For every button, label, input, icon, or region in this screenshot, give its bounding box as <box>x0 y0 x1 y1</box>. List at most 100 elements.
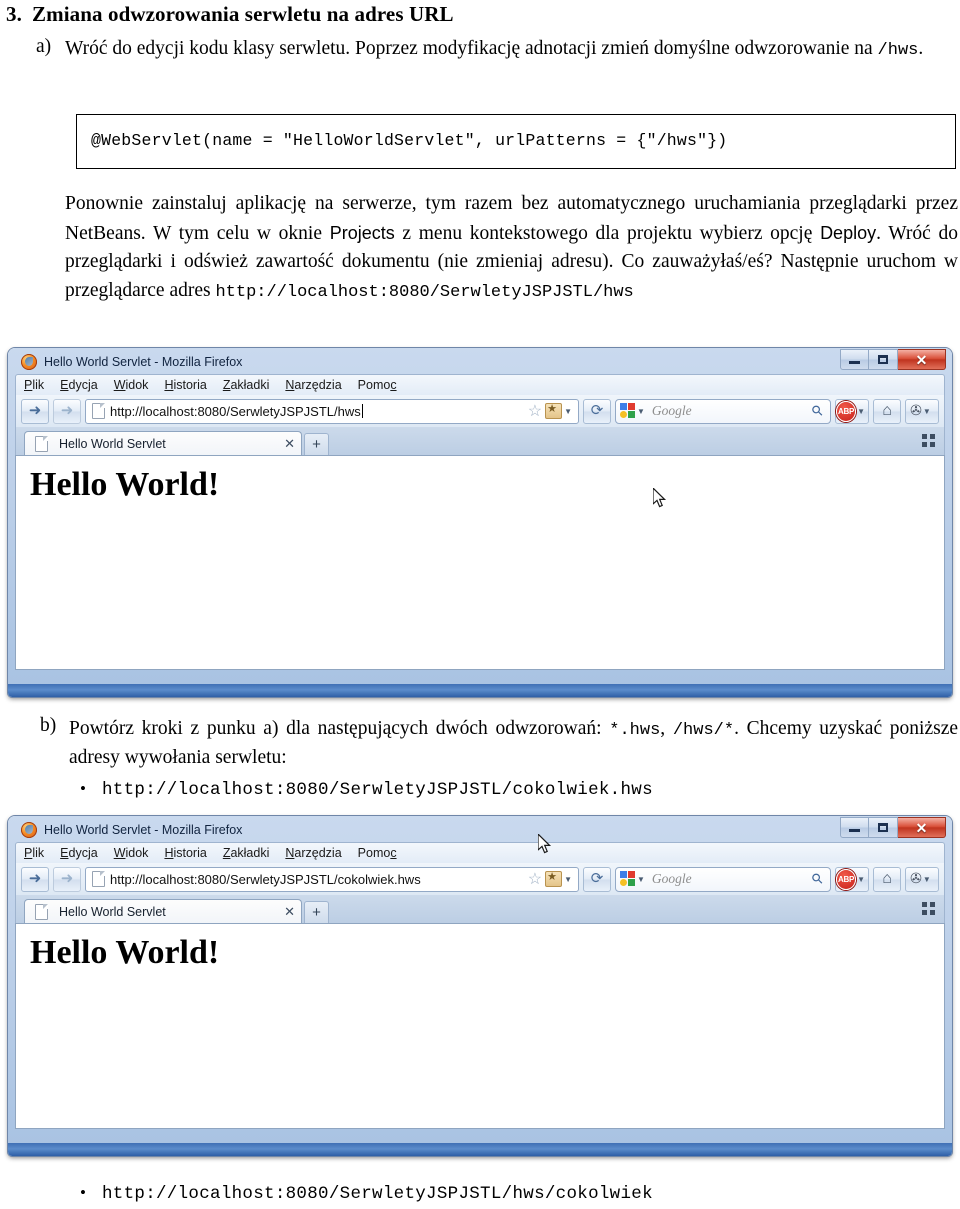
menu-widok-2[interactable]: Widok <box>114 846 149 860</box>
restore-button-2[interactable] <box>869 817 898 838</box>
menu-zakladki-2[interactable]: Zakładki <box>223 846 270 860</box>
back-arrow-icon: ➜ <box>28 402 42 419</box>
chevron-down-icon-2[interactable]: ▼ <box>564 875 572 884</box>
heading-text: Zmiana odwzorowania serwletu na adres UR… <box>32 2 454 26</box>
menu-widok-1[interactable]: Widok <box>114 378 149 392</box>
search-placeholder-1: Google <box>651 403 692 418</box>
bullet-url-1: http://localhost:8080/SerwletyJSPJSTL/co… <box>102 780 653 800</box>
bookmark-star-icon-2[interactable]: ☆ <box>528 869 542 889</box>
emphasis-deploy: Deploy <box>820 222 877 243</box>
tools-chevron-2[interactable]: ▼ <box>923 875 931 884</box>
item-a-inline-code: /hws <box>877 41 919 60</box>
adblock-chevron-1[interactable]: ▼ <box>857 407 865 416</box>
tools-button-2[interactable]: ✇ ▼ <box>905 866 939 892</box>
page-title: 3. Zmiana odwzorowania serwletu na adres … <box>6 2 454 27</box>
back-button-2[interactable]: ➜ <box>21 866 49 892</box>
home-button-2[interactable]: ⌂ <box>873 866 901 892</box>
title-bar-2[interactable]: Hello World Servlet - Mozilla Firefox ✕ <box>14 817 946 842</box>
search-box-1[interactable]: ▼ Google ⚲ <box>615 398 831 424</box>
list-item-a-body: Wróć do edycji kodu klasy serwletu. Popr… <box>65 36 958 64</box>
url-value-1: http://localhost:8080/SerwletyJSPJSTL/hw… <box>110 403 361 419</box>
minimize-button-1[interactable] <box>840 349 869 370</box>
menu-edycja-1[interactable]: Edycja <box>60 378 98 392</box>
tab-hello-world-servlet-1[interactable]: Hello World Servlet ✕ <box>24 431 302 455</box>
list-item-a-label: a) <box>36 36 52 57</box>
url-bar-1[interactable]: http://localhost:8080/SerwletyJSPJSTL/hw… <box>85 398 579 424</box>
minimize-button-2[interactable] <box>840 817 869 838</box>
chevron-down-icon-1[interactable]: ▼ <box>564 407 572 416</box>
reload-icon-2: ⟳ <box>590 870 604 887</box>
mouse-cursor-1 <box>653 488 667 509</box>
tools-button-1[interactable]: ✇ ▼ <box>905 398 939 424</box>
firefox-window-2[interactable]: Hello World Servlet - Mozilla Firefox ✕ … <box>8 816 952 1156</box>
bookmark-star-icon-1[interactable]: ☆ <box>528 401 542 421</box>
tools-chevron-1[interactable]: ▼ <box>923 407 931 416</box>
title-bar-1[interactable]: Hello World Servlet - Mozilla Firefox ✕ <box>14 349 946 374</box>
emphasis-projects: Projects <box>329 222 395 243</box>
firefox-logo-icon <box>21 353 37 370</box>
restore-icon <box>878 355 888 364</box>
tab-bar-2[interactable]: Hello World Servlet ✕ + <box>15 895 945 923</box>
page-content-1: Hello World! <box>15 455 945 670</box>
search-engine-chevron-1[interactable]: ▼ <box>637 407 645 416</box>
restore-button-1[interactable] <box>869 349 898 370</box>
new-tab-button-2[interactable]: + <box>304 901 329 923</box>
item-b-text-3: . <box>734 718 739 739</box>
minimize-icon-2 <box>849 829 860 832</box>
menu-bar-2[interactable]: Plik Edycja Widok Historia Zakładki Narz… <box>15 842 945 863</box>
adblock-button-2[interactable]: ABP ▼ <box>835 866 869 892</box>
tab-title-2: Hello World Servlet <box>59 904 166 919</box>
menu-zakladki-1[interactable]: Zakładki <box>223 378 270 392</box>
list-all-tabs-icon-2[interactable] <box>922 902 935 915</box>
menu-plik-2[interactable]: Plik <box>24 846 44 860</box>
search-placeholder-2: Google <box>651 871 692 886</box>
menu-bar-1[interactable]: Plik Edycja Widok Historia Zakładki Narz… <box>15 374 945 395</box>
bullet-item-1: • http://localhost:8080/SerwletyJSPJSTL/… <box>80 780 653 800</box>
bookmark-manager-icon-1[interactable] <box>545 402 563 419</box>
back-button-1[interactable]: ➜ <box>21 398 49 424</box>
search-engine-chevron-2[interactable]: ▼ <box>637 875 645 884</box>
reload-button-1[interactable]: ⟳ <box>583 398 611 424</box>
navigation-toolbar-2[interactable]: ➜ ➜ http://localhost:8080/SerwletyJSPJST… <box>15 834 945 895</box>
menu-historia-1[interactable]: Historia <box>164 378 206 392</box>
adblock-chevron-2[interactable]: ▼ <box>857 875 865 884</box>
adblock-icon-2: ABP <box>836 868 857 890</box>
list-item-b: b) Powtórz kroki z punku a) dla następuj… <box>40 715 958 771</box>
firefox-window-1[interactable]: Hello World Servlet - Mozilla Firefox ✕ … <box>8 348 952 697</box>
list-all-tabs-icon-1[interactable] <box>922 434 935 447</box>
close-button-2[interactable]: ✕ <box>898 817 946 838</box>
menu-narzedzia-1[interactable]: Narzędzia <box>285 378 341 392</box>
url-bar-2[interactable]: http://localhost:8080/SerwletyJSPJSTL/co… <box>85 866 579 892</box>
window-controls-1[interactable]: ✕ <box>840 349 946 370</box>
navigation-toolbar-1[interactable]: ➜ ➜ http://localhost:8080/SerwletyJSPJST… <box>15 395 945 427</box>
home-button-1[interactable]: ⌂ <box>873 398 901 424</box>
tab-hello-world-servlet-2[interactable]: Hello World Servlet ✕ <box>24 899 302 923</box>
search-box-2[interactable]: ▼ Google ⚲ <box>615 866 831 892</box>
tab-close-icon-1[interactable]: ✕ <box>284 436 295 452</box>
menu-pomoc-1[interactable]: Pomoc <box>358 378 397 392</box>
close-button-1[interactable]: ✕ <box>898 349 946 370</box>
window-controls-2[interactable]: ✕ <box>840 817 946 838</box>
url-text-2: http://localhost:8080/SerwletyJSPJSTL/co… <box>110 871 421 887</box>
adblock-icon-1: ABP <box>836 400 857 422</box>
menu-plik-1[interactable]: Plik <box>24 378 44 392</box>
back-arrow-icon-2: ➜ <box>28 870 42 887</box>
adblock-button-1[interactable]: ABP ▼ <box>835 398 869 424</box>
firefox-logo-icon-2 <box>21 821 37 838</box>
menu-edycja-2[interactable]: Edycja <box>60 846 98 860</box>
bullet-marker-2: • <box>80 1183 86 1202</box>
page-identity-icon-2 <box>92 871 105 887</box>
tab-bar-1[interactable]: Hello World Servlet ✕ + <box>15 427 945 455</box>
reload-icon: ⟳ <box>590 402 604 419</box>
menu-historia-2[interactable]: Historia <box>164 846 206 860</box>
menu-narzedzia-2[interactable]: Narzędzia <box>285 846 341 860</box>
list-item-a: a) Wróć do edycji kodu klasy serwletu. P… <box>36 36 958 64</box>
forward-button-2[interactable]: ➜ <box>53 866 81 892</box>
tab-close-icon-2[interactable]: ✕ <box>284 904 295 920</box>
new-tab-button-1[interactable]: + <box>304 433 329 455</box>
item-a-paragraph: Ponownie zainstaluj aplikację na serwerz… <box>65 190 958 307</box>
forward-button-1[interactable]: ➜ <box>53 398 81 424</box>
menu-pomoc-2[interactable]: Pomoc <box>358 846 397 860</box>
reload-button-2[interactable]: ⟳ <box>583 866 611 892</box>
bookmark-manager-icon-2[interactable] <box>545 870 563 887</box>
